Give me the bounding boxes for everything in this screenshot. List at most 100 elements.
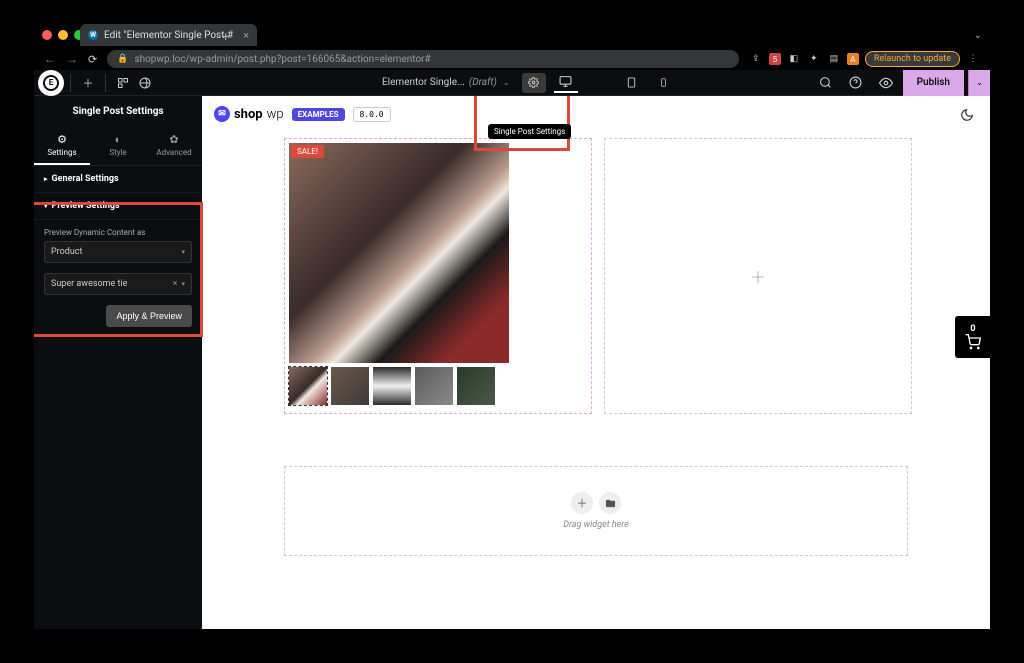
close-window[interactable] (42, 30, 52, 40)
clear-icon[interactable]: × (173, 279, 178, 289)
mobile-view-button[interactable] (652, 73, 676, 93)
general-settings-header[interactable]: ▸ General Settings (34, 166, 202, 193)
new-tab-button[interactable]: + (222, 30, 229, 45)
elementor-app: E ＋ Elementor Single... (Draft) ⌄ (34, 70, 990, 629)
dropzone-icons: ＋ (571, 492, 621, 514)
wordpress-icon: W (88, 30, 98, 40)
structure-icon[interactable] (112, 77, 134, 89)
tab-dropdown-icon[interactable]: ⌄ (974, 30, 982, 41)
settings-tooltip: Single Post Settings (488, 124, 571, 139)
empty-column[interactable]: ＋ (604, 138, 912, 414)
version-badge: 8.0.0 (353, 107, 391, 122)
widget-drop-zone[interactable]: ＋ Drag widget here (284, 466, 908, 556)
help-icon[interactable] (843, 74, 869, 92)
gear-icon: ⚙ (34, 133, 90, 146)
top-toolbar: E ＋ Elementor Single... (Draft) ⌄ (34, 70, 990, 96)
chevron-down-icon: ▾ (181, 280, 185, 288)
browser-url-row: ← → ⟳ 🔒 shopwp.loc/wp-admin/post.php?pos… (34, 48, 990, 70)
thumbnail-2[interactable] (331, 367, 369, 405)
browser-tab[interactable]: W Edit "Elementor Single Post # × (80, 24, 257, 46)
add-element-button[interactable]: ＋ (77, 75, 99, 91)
examples-badge: EXAMPLES (292, 108, 345, 121)
thumbnail-5[interactable] (457, 367, 495, 405)
toolbar-right: Publish ⌄ (813, 70, 990, 96)
main-area: Single Post Settings Single Post Setting… (34, 96, 990, 629)
dark-mode-toggle[interactable] (960, 108, 974, 122)
product-widget[interactable]: SALE! (284, 138, 592, 414)
url-bar[interactable]: 🔒 shopwp.loc/wp-admin/post.php?post=1660… (107, 50, 739, 68)
cart-button[interactable]: 0 (955, 316, 990, 358)
tab-label: Style (109, 148, 126, 157)
tab-settings[interactable]: ⚙ Settings (34, 127, 90, 165)
reload-button[interactable]: ⟳ (88, 53, 97, 66)
profile-badge[interactable]: A (847, 53, 859, 65)
contrast-icon: ◐ (90, 133, 146, 146)
sidebar-tabs: ⚙ Settings ◐ Style ✿ Advanced (34, 127, 202, 166)
caret-down-icon: ▾ (44, 202, 48, 210)
brand-wp: wp (267, 107, 284, 122)
preview-as-select[interactable]: Product ▾ (44, 241, 192, 263)
tab-style[interactable]: ◐ Style (90, 127, 146, 165)
tab-advanced[interactable]: ✿ Advanced (146, 127, 202, 165)
relaunch-button[interactable]: Relaunch to update (865, 51, 960, 67)
logo-icon: ✉ (214, 106, 230, 122)
extension-badge-5[interactable]: 5 (769, 53, 781, 65)
extensions-menu-icon[interactable]: ✦ (807, 52, 821, 66)
brand-shop: shop (234, 107, 263, 122)
lock-icon: 🔒 (117, 54, 128, 64)
tab-label: Settings (47, 148, 76, 157)
chevron-down-icon: ▾ (181, 248, 185, 256)
sidebar-title: Single Post Settings (34, 96, 202, 127)
thumbnail-3[interactable] (373, 367, 411, 405)
publish-button[interactable]: Publish (903, 70, 964, 96)
shopwp-logo[interactable]: ✉ shopwp (214, 106, 284, 122)
toolbar-left: E ＋ (34, 70, 202, 95)
forward-button: → (66, 52, 78, 66)
cog-icon: ✿ (146, 133, 202, 146)
window-controls[interactable] (42, 30, 84, 40)
add-widget-icon[interactable]: ＋ (571, 492, 593, 514)
cart-icon (965, 334, 981, 350)
toolbar-center: Elementor Single... (Draft) ⌄ (202, 73, 813, 93)
tablet-view-button[interactable] (620, 73, 644, 93)
section-label: General Settings (52, 174, 119, 184)
preview-icon[interactable] (873, 74, 899, 92)
draft-status: (Draft) (469, 77, 497, 88)
sidebar-panel: Single Post Settings ⚙ Settings ◐ Style … (34, 96, 202, 629)
tab-title: Edit "Elementor Single Post # (104, 30, 233, 41)
browser-menu-icon[interactable]: ⋮ (966, 52, 980, 66)
cart-count: 0 (970, 324, 975, 334)
thumbnail-1[interactable] (289, 367, 327, 405)
bookmark-icon[interactable]: ⇪ (749, 52, 763, 66)
preview-settings-body: Preview Dynamic Content as Product ▾ Sup… (34, 220, 202, 335)
extension-icon[interactable]: ◧ (787, 52, 801, 66)
product-thumbnails (289, 367, 587, 405)
site-settings-icon[interactable] (134, 77, 156, 89)
finder-icon[interactable] (813, 74, 839, 92)
back-button[interactable]: ← (44, 52, 56, 66)
elementor-logo[interactable]: E (38, 70, 64, 96)
apply-preview-button[interactable]: Apply & Preview (106, 305, 192, 327)
minimize-window[interactable] (58, 30, 68, 40)
doc-dropdown-icon[interactable]: ⌄ (503, 78, 510, 87)
preview-item-select[interactable]: Super awesome tie ×▾ (44, 273, 192, 295)
section-label: Preview Settings (52, 201, 120, 211)
publish-options-icon[interactable]: ⌄ (968, 70, 990, 96)
page-settings-button[interactable] (522, 73, 546, 93)
desktop-view-button[interactable] (554, 73, 578, 93)
product-main-image[interactable] (289, 143, 509, 363)
thumbnail-4[interactable] (415, 367, 453, 405)
tab-label: Advanced (156, 148, 191, 157)
select-value: Product (51, 247, 82, 257)
preview-settings-header[interactable]: ▾ Preview Settings (34, 193, 202, 220)
dropzone-text: Drag widget here (563, 520, 629, 530)
caret-right-icon: ▸ (44, 175, 48, 183)
browser-actions: ⇪ 5 ◧ ✦ ▤ A Relaunch to update ⋮ (749, 51, 980, 67)
shopwp-header: ✉ shopwp EXAMPLES 8.0.0 (202, 96, 990, 132)
folder-icon[interactable] (599, 492, 621, 514)
sale-badge: SALE! (291, 145, 324, 158)
reader-icon[interactable]: ▤ (827, 52, 841, 66)
close-tab-icon[interactable]: × (243, 29, 249, 42)
add-icon: ＋ (750, 264, 766, 288)
url-text: shopwp.loc/wp-admin/post.php?post=166065… (134, 54, 430, 65)
